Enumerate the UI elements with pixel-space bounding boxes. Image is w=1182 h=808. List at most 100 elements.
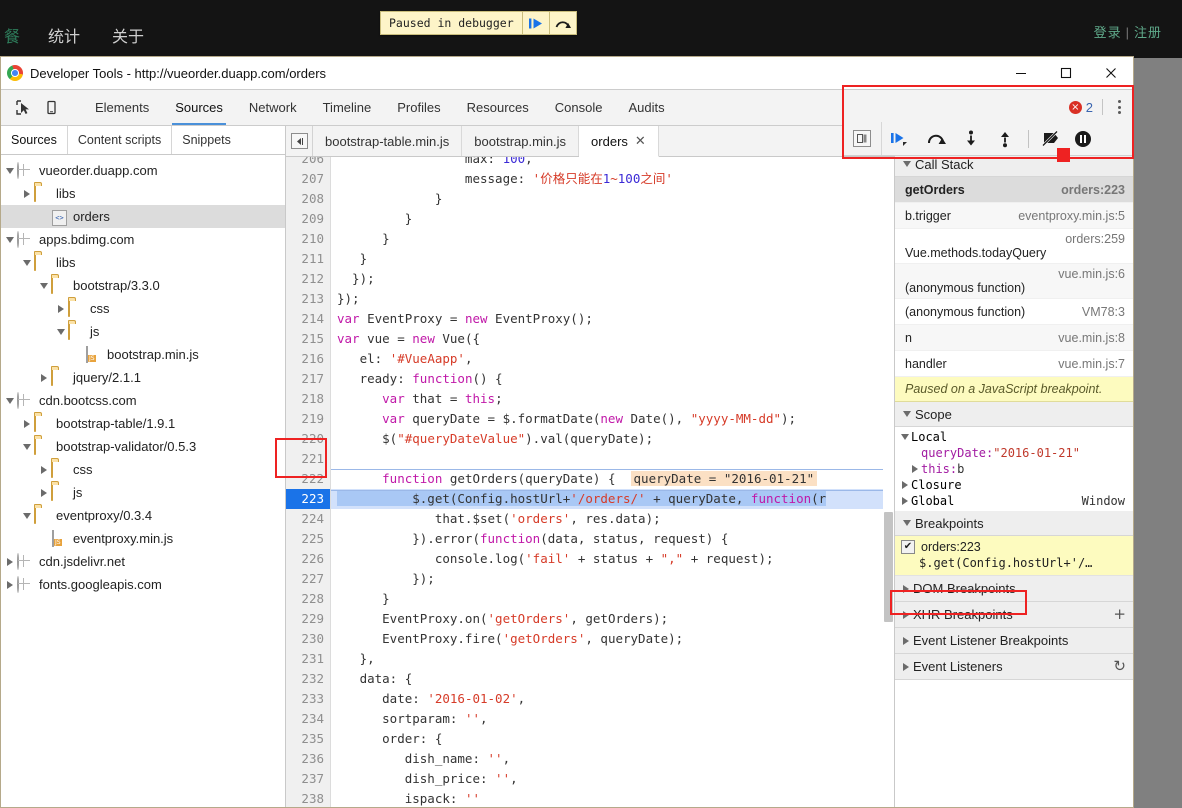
pause-on-exceptions-icon[interactable] [1067, 130, 1099, 148]
tree-item-eventproxy-min-js[interactable]: eventproxy.min.js [1, 527, 285, 550]
tree-item-js[interactable]: js [1, 481, 285, 504]
line-number[interactable]: 236 [286, 749, 324, 769]
tree-item-libs[interactable]: libs [1, 182, 285, 205]
expander-closed-icon[interactable] [899, 497, 911, 505]
code-line[interactable]: var that = this; [331, 389, 894, 409]
code-editor[interactable]: 206 207 208 209 210 211 212 213 214 215 216 217 218 2… [286, 157, 894, 807]
event-listeners-section[interactable]: Event Listeners ↻ [895, 654, 1133, 680]
expander-open-icon[interactable] [20, 443, 34, 450]
scope-entry[interactable]: Closure [895, 477, 1133, 493]
line-number[interactable]: 211 [286, 249, 324, 269]
code-line[interactable]: $.get(Config.hostUrl+'/orders/' + queryD… [331, 489, 894, 509]
tree-item-bootstrap-validator-0-5-3[interactable]: bootstrap-validator/0.5.3 [1, 435, 285, 458]
expander-closed-icon[interactable] [899, 481, 911, 489]
tab-timeline[interactable]: Timeline [310, 90, 385, 125]
line-number[interactable]: 227 [286, 569, 324, 589]
maximize-button[interactable] [1043, 57, 1088, 89]
breakpoint-checkbox[interactable]: ✔ [901, 540, 915, 554]
code-line[interactable]: that.$set('orders', res.data); [331, 509, 894, 529]
nav-item-2[interactable]: 关于 [112, 23, 166, 47]
scope-entry[interactable]: Local [895, 429, 1133, 445]
event-listeners-expander-icon[interactable] [899, 662, 913, 671]
tree-item-vueorder-duapp-com[interactable]: vueorder.duapp.com [1, 159, 285, 182]
tree-item-libs[interactable]: libs [1, 251, 285, 274]
editor-tab-orders[interactable]: orders ✕ [579, 126, 659, 157]
line-number[interactable]: 207 [286, 169, 324, 189]
line-number[interactable]: 218 [286, 389, 324, 409]
close-icon[interactable]: ✕ [635, 134, 646, 149]
minimize-button[interactable] [998, 57, 1043, 89]
code-line[interactable]: } [331, 589, 894, 609]
code-line[interactable]: var queryDate = $.formatDate(new Date(),… [331, 409, 894, 429]
editor-tab-bootstrap[interactable]: bootstrap.min.js [462, 126, 580, 156]
tree-item-bootstrap-3-3-0[interactable]: bootstrap/3.3.0 [1, 274, 285, 297]
code-line[interactable]: max: 100, [331, 157, 894, 169]
expander-closed-icon[interactable] [3, 580, 17, 589]
line-number[interactable]: 221 [286, 449, 324, 469]
tab-profiles[interactable]: Profiles [384, 90, 453, 125]
expander-open-icon[interactable] [3, 167, 17, 174]
code-content[interactable]: max: 100, message: '价格只能在1~100之间' } } } … [331, 157, 894, 807]
tab-console[interactable]: Console [542, 90, 616, 125]
breakpoints-expander-icon[interactable] [899, 520, 915, 526]
line-number[interactable]: 231 [286, 649, 324, 669]
event-listener-breakpoints-expander-icon[interactable] [899, 636, 913, 645]
code-line[interactable]: } [331, 249, 894, 269]
line-number[interactable]: 235 [286, 729, 324, 749]
expander-closed-icon[interactable] [3, 557, 17, 566]
code-line[interactable]: var EventProxy = new EventProxy(); [331, 309, 894, 329]
code-line[interactable]: } [331, 229, 894, 249]
line-number[interactable]: 223 [286, 489, 330, 509]
code-line[interactable] [331, 449, 894, 469]
line-number[interactable]: 214 [286, 309, 324, 329]
device-toolbar-icon[interactable] [37, 91, 65, 125]
code-line[interactable]: order: { [331, 729, 894, 749]
editor-tab-bootstrap-table[interactable]: bootstrap-table.min.js [313, 126, 463, 156]
scope-expander-icon[interactable] [899, 411, 915, 417]
expander-closed-icon[interactable] [20, 419, 34, 428]
call-stack-frame[interactable]: orders:259 Vue.methods.todayQuery [895, 229, 1133, 264]
navtab-sources[interactable]: Sources [1, 126, 68, 154]
expander-open-icon[interactable] [54, 328, 68, 335]
tab-elements[interactable]: Elements [82, 90, 162, 125]
code-line[interactable]: console.log('fail' + status + "," + requ… [331, 549, 894, 569]
dom-breakpoints-expander-icon[interactable] [899, 584, 913, 593]
tab-audits[interactable]: Audits [615, 90, 677, 125]
tab-network[interactable]: Network [236, 90, 310, 125]
expander-open-icon[interactable] [3, 397, 17, 404]
code-line[interactable]: EventProxy.on('getOrders', getOrders); [331, 609, 894, 629]
scope-entry[interactable]: queryDate: "2016-01-21" [895, 445, 1133, 461]
expander-closed-icon[interactable] [20, 189, 34, 198]
tree-item-bootstrap-table-1-9-1[interactable]: bootstrap-table/1.9.1 [1, 412, 285, 435]
deactivate-breakpoints-icon[interactable] [1035, 130, 1067, 148]
line-number[interactable]: 230 [286, 629, 324, 649]
scope-section-header[interactable]: Scope [895, 402, 1133, 427]
line-number[interactable]: 208 [286, 189, 324, 209]
code-line[interactable]: } [331, 209, 894, 229]
call-stack-frame[interactable]: vue.min.js:6 (anonymous function) [895, 264, 1133, 299]
code-line[interactable]: EventProxy.fire('getOrders', queryDate); [331, 629, 894, 649]
line-number[interactable]: 219 [286, 409, 324, 429]
add-xhr-breakpoint-icon[interactable]: + [1113, 605, 1126, 623]
call-stack-frame[interactable]: handler vue.min.js:7 [895, 351, 1133, 377]
code-line[interactable]: el: '#VueAapp', [331, 349, 894, 369]
step-out-icon[interactable] [988, 130, 1022, 148]
line-number[interactable]: 224 [286, 509, 324, 529]
code-line[interactable]: date: '2016-01-02', [331, 689, 894, 709]
call-stack-frame[interactable]: n vue.min.js:8 [895, 325, 1133, 351]
call-stack-frame[interactable]: (anonymous function) VM78:3 [895, 299, 1133, 325]
code-line[interactable]: var vue = new Vue({ [331, 329, 894, 349]
code-line[interactable]: }, [331, 649, 894, 669]
inspect-element-icon[interactable] [9, 91, 37, 125]
line-number[interactable]: 210 [286, 229, 324, 249]
tree-item-jquery-2-1-1[interactable]: jquery/2.1.1 [1, 366, 285, 389]
tree-item-orders[interactable]: <> orders [1, 205, 285, 228]
line-number[interactable]: 228 [286, 589, 324, 609]
step-over-icon[interactable] [548, 12, 576, 34]
code-line[interactable]: } [331, 189, 894, 209]
xhr-breakpoints-expander-icon[interactable] [899, 610, 913, 619]
code-line[interactable]: sortparam: '', [331, 709, 894, 729]
scrollbar-thumb[interactable] [884, 512, 893, 622]
tree-item-eventproxy-0-3-4[interactable]: eventproxy/0.3.4 [1, 504, 285, 527]
nav-item-0[interactable]: 餐 [0, 23, 48, 47]
